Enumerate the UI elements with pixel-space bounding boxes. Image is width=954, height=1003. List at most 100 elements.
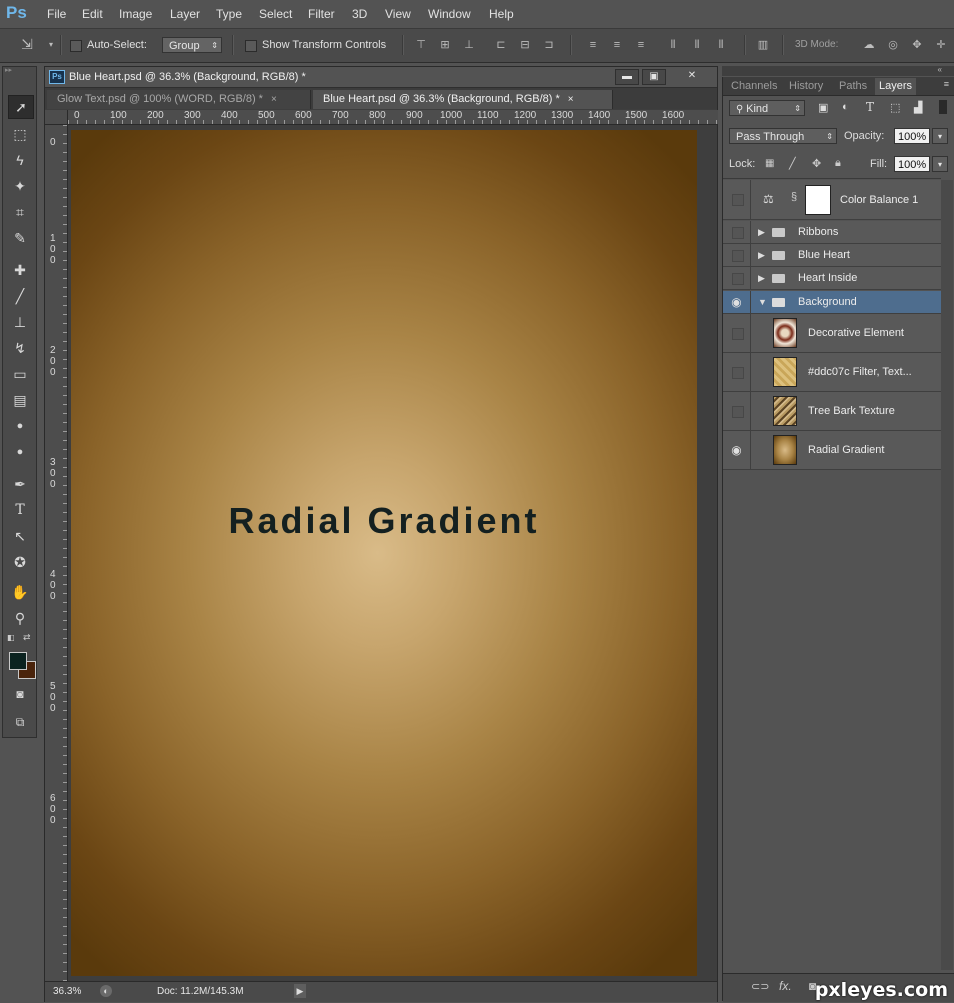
visibility-toggle[interactable]: [723, 244, 751, 266]
menu-3d[interactable]: 3D: [352, 7, 367, 21]
tab-channels[interactable]: Channels: [731, 80, 777, 92]
zoom-icon[interactable]: ⚲: [8, 607, 32, 629]
hand-icon[interactable]: ✋: [8, 581, 32, 603]
document-titlebar[interactable]: Ps Blue Heart.psd @ 36.3% (Background, R…: [45, 67, 717, 88]
show-transform-checkbox[interactable]: [245, 40, 257, 52]
marquee-icon[interactable]: ⬚: [8, 123, 32, 145]
menu-select[interactable]: Select: [259, 7, 292, 21]
panel-dock-header[interactable]: «: [722, 65, 954, 76]
menu-layer[interactable]: Layer: [170, 7, 200, 21]
tab-layers[interactable]: Layers: [875, 78, 917, 95]
menu-window[interactable]: Window: [428, 7, 471, 21]
tab-glow-text[interactable]: Glow Text.psd @ 100% (WORD, RGB/8) * ×: [47, 90, 311, 109]
layer-mask-thumbnail[interactable]: [805, 185, 831, 215]
distribute-bottom-icon[interactable]: ≡: [634, 39, 648, 51]
visibility-toggle[interactable]: [723, 180, 751, 219]
tab-history[interactable]: History: [789, 80, 823, 92]
default-colors-icon[interactable]: ◧: [7, 633, 15, 642]
stamp-icon[interactable]: ⊥: [8, 311, 32, 333]
status-info-icon[interactable]: ◐: [100, 985, 112, 997]
layer-radial-gradient[interactable]: ◉ Radial Gradient: [723, 431, 941, 470]
quick-mask-icon[interactable]: ◙: [8, 683, 32, 705]
auto-select-dropdown[interactable]: Group ⇕: [162, 37, 222, 53]
align-top-icon[interactable]: ⊤: [414, 39, 428, 51]
preset-dropdown-icon[interactable]: ▾: [44, 39, 58, 51]
fx-icon[interactable]: fx.: [779, 979, 792, 993]
distribute-hcenter-icon[interactable]: ⦀: [690, 39, 704, 51]
layer-tree-bark-texture[interactable]: Tree Bark Texture: [723, 392, 941, 431]
status-menu-arrow-icon[interactable]: ▶: [294, 984, 306, 998]
distribute-vcenter-icon[interactable]: ≡: [610, 39, 624, 51]
magic-wand-icon[interactable]: ✦: [8, 175, 32, 197]
zoom-level[interactable]: 36.3%: [53, 986, 81, 997]
3d-roll-icon[interactable]: ◎: [886, 39, 900, 51]
link-icon[interactable]: ⊂⊃: [751, 980, 769, 993]
toolbar-grip[interactable]: ▸▸: [5, 67, 34, 74]
close-tab-icon[interactable]: ×: [271, 94, 277, 105]
layer-background-group[interactable]: ◉ ▼ Background: [723, 291, 941, 314]
ruler-origin[interactable]: [45, 110, 68, 125]
document-canvas[interactable]: Radial Gradient: [71, 130, 697, 976]
visibility-toggle[interactable]: [723, 392, 751, 430]
layer-ddc07c-filter[interactable]: #ddc07c Filter, Text...: [723, 353, 941, 392]
align-bottom-icon[interactable]: ⊥: [462, 39, 476, 51]
filter-type-icon[interactable]: T: [866, 100, 874, 114]
opacity-dropdown-arrow-icon[interactable]: ▾: [932, 128, 948, 144]
layer-color-balance[interactable]: ⚖ § Color Balance 1: [723, 180, 941, 220]
menu-help[interactable]: Help: [489, 7, 514, 21]
auto-align-icon[interactable]: ▥: [756, 39, 770, 51]
path-select-icon[interactable]: ↖: [8, 525, 32, 547]
dodge-icon[interactable]: ●: [8, 441, 32, 463]
menu-edit[interactable]: Edit: [82, 7, 103, 21]
chain-link-icon[interactable]: §: [791, 191, 797, 203]
distribute-right-icon[interactable]: ⦀: [714, 39, 728, 51]
layer-heart-inside[interactable]: ▶ Heart Inside: [723, 267, 941, 290]
layer-ribbons[interactable]: ▶ Ribbons: [723, 221, 941, 244]
gradient-icon[interactable]: ▤: [8, 389, 32, 411]
blur-icon[interactable]: ●: [8, 415, 32, 437]
expand-arrow-icon[interactable]: ▶: [758, 250, 765, 261]
lock-position-icon[interactable]: ✥: [812, 157, 821, 170]
eraser-icon[interactable]: ▭: [8, 363, 32, 385]
align-right-icon[interactable]: ⊐: [542, 39, 556, 51]
screen-mode-icon[interactable]: ⧉: [8, 711, 32, 733]
filter-shape-icon[interactable]: ⬚: [890, 101, 900, 114]
horizontal-ruler[interactable]: 0 100 200 300 400 500 600 700 800 900 10…: [68, 110, 718, 125]
move-icon[interactable]: ➚: [8, 95, 34, 119]
history-brush-icon[interactable]: ↯: [8, 337, 32, 359]
tab-blue-heart[interactable]: Blue Heart.psd @ 36.3% (Background, RGB/…: [313, 90, 613, 109]
lock-all-icon[interactable]: 🔒︎: [835, 157, 841, 170]
collapse-panels-icon[interactable]: «: [938, 65, 942, 74]
eye-icon[interactable]: ◉: [723, 431, 751, 469]
eyedropper-icon[interactable]: ✎: [8, 227, 32, 249]
layer-decorative-element[interactable]: Decorative Element: [723, 314, 941, 353]
tab-paths[interactable]: Paths: [839, 80, 867, 92]
menu-view[interactable]: View: [385, 7, 411, 21]
menu-image[interactable]: Image: [119, 7, 152, 21]
vertical-ruler[interactable]: 0 1 0 0 2 0 0 3 0 0 4 0 0 5 0 0 6 0 0: [45, 125, 68, 981]
3d-drag-icon[interactable]: ✥: [910, 39, 924, 51]
fill-dropdown-arrow-icon[interactable]: ▾: [932, 156, 948, 172]
blend-mode-dropdown[interactable]: Pass Through ⇕: [729, 128, 837, 144]
visibility-toggle[interactable]: [723, 314, 751, 352]
filter-adjustment-icon[interactable]: ◐: [842, 101, 849, 113]
lock-pixels-icon[interactable]: ╱: [789, 157, 796, 170]
layers-scrollbar[interactable]: [941, 180, 953, 970]
brush-icon[interactable]: ╱: [8, 285, 32, 307]
align-vcenter-icon[interactable]: ⊞: [438, 39, 452, 51]
3d-rotate-icon[interactable]: ☁: [862, 39, 876, 51]
visibility-toggle[interactable]: [723, 267, 751, 289]
type-icon[interactable]: T: [8, 499, 32, 521]
fill-input[interactable]: 100%: [894, 156, 930, 172]
eye-icon[interactable]: ◉: [723, 291, 751, 313]
filter-smart-object-icon[interactable]: ▟: [914, 101, 922, 114]
move-tool-preset-icon[interactable]: ⇲: [20, 37, 34, 51]
menu-file[interactable]: File: [47, 7, 66, 21]
visibility-toggle[interactable]: [723, 221, 751, 243]
healing-icon[interactable]: ✚: [8, 259, 32, 281]
expand-arrow-icon[interactable]: ▶: [758, 273, 765, 284]
foreground-color-swatch[interactable]: [9, 652, 27, 670]
panel-menu-icon[interactable]: ≡: [944, 79, 949, 89]
collapse-arrow-icon[interactable]: ▼: [758, 297, 767, 307]
minimize-button[interactable]: ▬: [615, 69, 639, 85]
